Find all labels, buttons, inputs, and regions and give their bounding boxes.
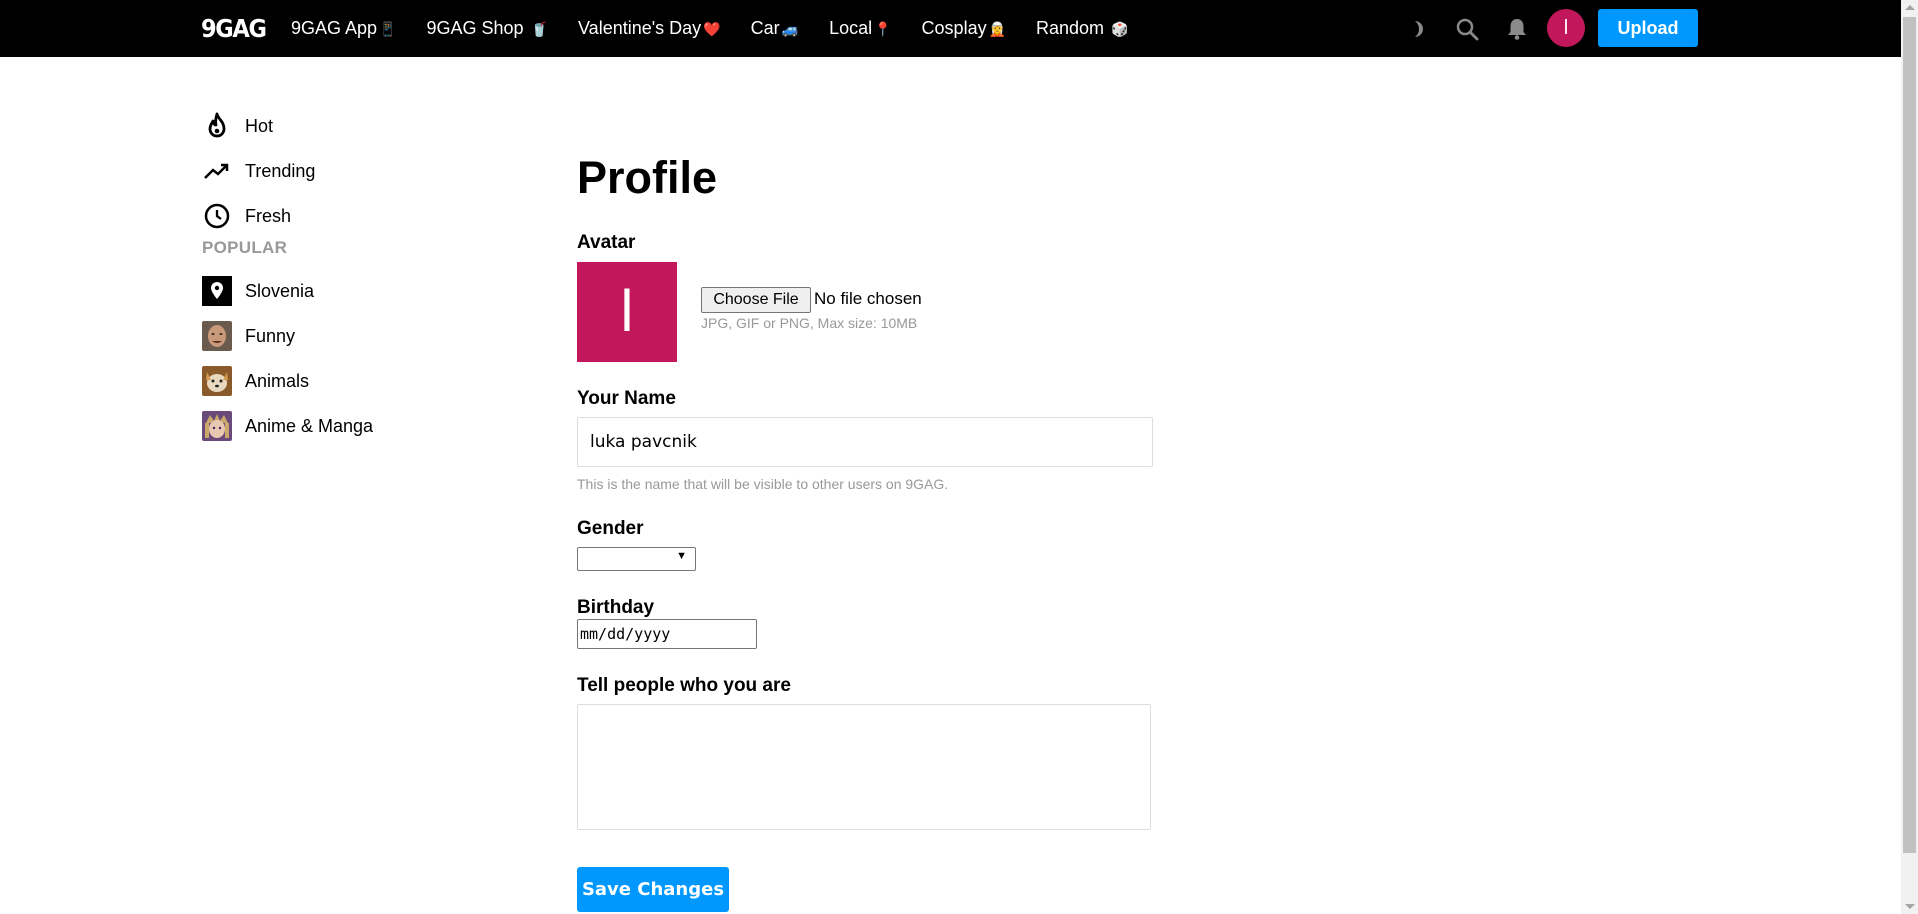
nav-label: Random bbox=[1036, 18, 1105, 38]
avatar-label: Avatar bbox=[577, 232, 636, 253]
sidebar-item-animals[interactable]: Animals bbox=[202, 365, 309, 397]
nav-item-random[interactable]: Random 🎲 bbox=[1036, 18, 1129, 39]
file-status-text: No file chosen bbox=[814, 289, 922, 308]
clock-icon bbox=[202, 201, 232, 231]
nav-label: 9GAG App bbox=[291, 18, 378, 38]
gender-label: Gender bbox=[577, 518, 644, 539]
funny-thumbnail-icon bbox=[202, 321, 232, 351]
animals-thumbnail-icon bbox=[202, 366, 232, 396]
nav-label: Cosplay bbox=[921, 18, 987, 38]
page-title: Profile bbox=[577, 152, 718, 203]
nav-item-9gag-shop[interactable]: 9GAG Shop 🥤 bbox=[427, 18, 549, 39]
scroll-up-arrow-icon[interactable] bbox=[1905, 5, 1915, 10]
car-icon: 🚙 bbox=[781, 21, 800, 37]
choose-file-button[interactable]: Choose File bbox=[701, 287, 811, 313]
scrollbar-thumb[interactable] bbox=[1903, 17, 1916, 853]
nav-item-cosplay[interactable]: Cosplay 🧝 bbox=[922, 18, 1006, 39]
profile-avatar: l bbox=[577, 262, 677, 362]
location-icon bbox=[202, 276, 232, 306]
dropdown-arrow-icon: ▼ bbox=[676, 550, 687, 562]
sidebar-item-label: Trending bbox=[245, 160, 316, 181]
gender-select[interactable]: ▼ bbox=[577, 547, 696, 571]
about-textarea[interactable] bbox=[577, 704, 1151, 830]
sidebar-item-hot[interactable]: Hot bbox=[202, 110, 273, 142]
nav-label: 9GAG Shop bbox=[426, 18, 524, 38]
nav-label: Local bbox=[829, 18, 873, 38]
name-input[interactable]: luka pavcnik bbox=[577, 417, 1153, 467]
dark-mode-moon-icon[interactable] bbox=[1405, 16, 1431, 42]
file-hint: JPG, GIF or PNG, Max size: 10MB bbox=[701, 315, 918, 331]
sidebar-item-label: Funny bbox=[245, 325, 296, 346]
cup-icon: 🥤 bbox=[530, 21, 549, 37]
heart-icon: ❤️ bbox=[703, 21, 721, 37]
sidebar-item-funny[interactable]: Funny bbox=[202, 320, 295, 352]
sidebar-item-label: Animals bbox=[245, 370, 310, 391]
sidebar-item-slovenia[interactable]: Slovenia bbox=[202, 275, 314, 307]
sidebar-item-label: Slovenia bbox=[245, 280, 315, 301]
birthday-input[interactable]: mm/dd/yyyy bbox=[577, 619, 757, 649]
nav-label: Car bbox=[750, 18, 780, 38]
trending-icon bbox=[202, 156, 232, 186]
sidebar-item-trending[interactable]: Trending bbox=[202, 155, 315, 187]
sidebar-item-anime-manga[interactable]: Anime & Manga bbox=[202, 410, 373, 442]
sidebar-item-label: Anime & Manga bbox=[245, 415, 374, 436]
elf-icon: 🧝 bbox=[988, 21, 1007, 37]
nav-item-local[interactable]: Local 📍 bbox=[829, 18, 891, 39]
birthday-label: Birthday bbox=[577, 597, 655, 618]
popular-heading: POPULAR bbox=[202, 238, 288, 257]
about-label: Tell people who you are bbox=[577, 675, 791, 696]
nav-item-9gag-app[interactable]: 9GAG App 📱 bbox=[291, 18, 397, 39]
page-scrollbar[interactable] bbox=[1901, 0, 1918, 914]
sidebar-item-label: Fresh bbox=[245, 205, 292, 226]
top-navigation-bar: 9GAG 9GAG App 📱 9GAG Shop 🥤 Valentine's D… bbox=[0, 0, 1918, 57]
top-nav: 9GAG App 📱 9GAG Shop 🥤 Valentine's Day ❤️ … bbox=[291, 0, 1159, 57]
pin-icon: 📍 bbox=[874, 21, 892, 37]
phone-icon: 📱 bbox=[379, 21, 397, 37]
dice-icon: 🎲 bbox=[1111, 21, 1129, 37]
sidebar-item-label: Hot bbox=[245, 115, 274, 136]
scroll-down-arrow-icon[interactable] bbox=[1905, 904, 1915, 909]
nav-item-valentines-day[interactable]: Valentine's Day ❤️ bbox=[578, 18, 721, 39]
user-avatar[interactable]: l bbox=[1547, 9, 1585, 47]
name-label: Your Name bbox=[577, 388, 676, 409]
fire-icon bbox=[202, 111, 232, 141]
nav-label: Valentine's Day bbox=[578, 18, 702, 38]
save-changes-button[interactable]: Save Changes bbox=[577, 867, 729, 912]
upload-button[interactable]: Upload bbox=[1598, 9, 1698, 47]
search-icon[interactable] bbox=[1454, 16, 1480, 42]
nav-item-car[interactable]: Car 🚙 bbox=[751, 18, 799, 39]
9gag-logo[interactable]: 9GAG bbox=[201, 14, 267, 43]
name-hint: This is the name that will be visible to… bbox=[577, 476, 949, 492]
sidebar-item-fresh[interactable]: Fresh bbox=[202, 200, 291, 232]
notification-bell-icon[interactable] bbox=[1504, 16, 1530, 42]
anime-thumbnail-icon bbox=[202, 411, 232, 441]
